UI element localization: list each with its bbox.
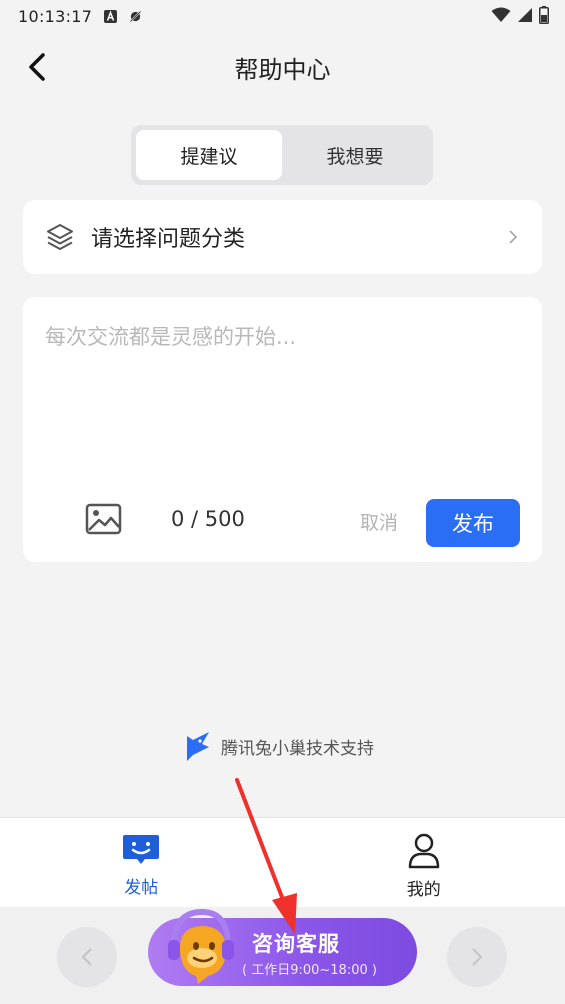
next-button[interactable]: [447, 927, 507, 987]
wifi-icon: [491, 7, 511, 22]
prev-button[interactable]: [57, 927, 117, 987]
signal-icon: [518, 8, 532, 22]
a-notification-icon: [104, 9, 118, 23]
tab-mine-label: 我的: [406, 880, 441, 900]
chevron-right-icon: [509, 230, 518, 244]
status-time: 10:13:17: [18, 6, 93, 26]
status-right: [491, 6, 549, 24]
txc-logo-icon: [187, 732, 209, 761]
message-smile-icon: [123, 835, 160, 864]
chevron-left-icon: [81, 948, 92, 966]
publish-button[interactable]: 发布: [426, 499, 520, 547]
content-textarea[interactable]: [45, 321, 515, 471]
layers-icon: [47, 224, 73, 250]
tab-post[interactable]: 发帖: [0, 818, 283, 907]
footer-credit: 腾讯兔小巢技术支持: [185, 730, 374, 762]
tab-request[interactable]: 我想要: [282, 130, 428, 180]
image-icon: [85, 503, 122, 535]
tab-post-label: 发帖: [124, 878, 159, 898]
bottom-area: 咨询客服 ( 工作日9:00~18:00 ): [0, 907, 565, 1004]
cancel-button[interactable]: 取消: [353, 501, 405, 541]
battery-icon: [539, 6, 549, 24]
chevron-left-icon: [29, 53, 45, 81]
tab-suggestion[interactable]: 提建议: [136, 130, 282, 180]
page-title: 帮助中心: [234, 55, 331, 84]
char-counter: 0 / 500: [171, 507, 245, 531]
user-icon: [408, 833, 439, 869]
chevron-right-icon: [472, 948, 483, 966]
no-location-icon: [129, 9, 142, 23]
nav-bar: 帮助中心: [0, 32, 565, 102]
segmented-control: 提建议 我想要: [131, 125, 433, 185]
back-button[interactable]: [20, 50, 54, 84]
consult-service-button[interactable]: 咨询客服 ( 工作日9:00~18:00 ): [148, 908, 417, 986]
footer-credit-text: 腾讯兔小巢技术支持: [221, 738, 374, 759]
category-selector[interactable]: 请选择问题分类: [23, 200, 542, 274]
image-upload-button[interactable]: [85, 502, 123, 536]
category-label: 请选择问题分类: [91, 227, 246, 252]
support-mascot-icon: [168, 908, 234, 984]
status-bar: 10:13:17: [0, 0, 565, 32]
consult-title: 咨询客服: [252, 932, 340, 956]
consult-hours: ( 工作日9:00~18:00 ): [242, 963, 377, 978]
editor-card: 0 / 500 取消 发布: [23, 297, 542, 562]
tab-mine[interactable]: 我的: [283, 818, 565, 907]
tab-bar: 发帖 我的: [0, 817, 565, 907]
